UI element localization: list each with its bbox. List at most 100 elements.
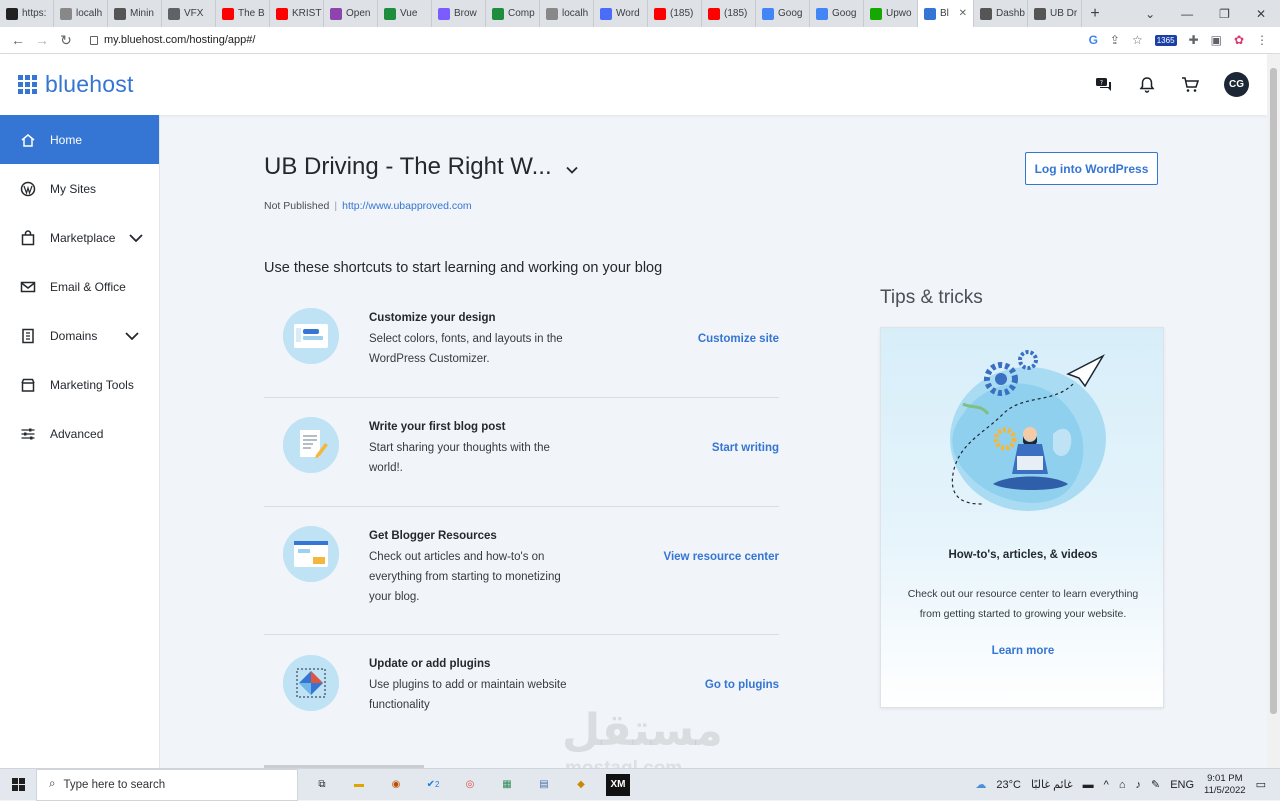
url-field[interactable]: my.bluehost.com/hosting/app#/ xyxy=(90,34,255,46)
weather-desc[interactable]: غائم غالبًا xyxy=(1031,778,1073,791)
share-icon[interactable]: ⇪ xyxy=(1110,33,1120,47)
browser-tab[interactable]: (185) xyxy=(702,0,756,27)
taskbar-search-box[interactable]: ⌕ Type here to search xyxy=(36,768,298,801)
taskbar-clock[interactable]: 9:01 PM 11/5/2022 xyxy=(1204,773,1246,797)
bookmark-star-icon[interactable]: ☆ xyxy=(1132,33,1143,47)
chevron-down-icon[interactable] xyxy=(125,329,139,343)
browser-menu-icon[interactable]: ⋮ xyxy=(1256,33,1268,47)
app-eye-icon[interactable]: ◉ xyxy=(384,774,408,796)
browser-tab[interactable]: The B xyxy=(216,0,270,27)
browser-tab[interactable]: Word xyxy=(594,0,648,27)
minimize-button[interactable]: — xyxy=(1181,7,1193,21)
close-window-button[interactable]: ✕ xyxy=(1256,7,1266,21)
reload-button[interactable]: ↻ xyxy=(54,32,78,49)
log-into-wordpress-button[interactable]: Log into WordPress xyxy=(1025,152,1158,185)
language-indicator[interactable]: ENG xyxy=(1170,779,1194,791)
file-explorer-icon[interactable]: ▬ xyxy=(347,774,371,796)
tab-label: Goog xyxy=(832,8,857,19)
tab-favicon-icon xyxy=(222,7,234,20)
tab-favicon-icon xyxy=(6,7,18,20)
browser-tab[interactable]: Upwo xyxy=(864,0,918,27)
app-package-icon[interactable]: ◆ xyxy=(569,774,593,796)
browser-tab[interactable]: KRIST xyxy=(270,0,324,27)
sidebar-item-marketplace[interactable]: Marketplace xyxy=(0,213,159,262)
tab-search-icon[interactable]: ⌄ xyxy=(1145,7,1155,21)
url-text[interactable]: my.bluehost.com/hosting/app#/ xyxy=(104,34,255,46)
notification-center-icon[interactable]: ▭ xyxy=(1256,778,1266,791)
watermark-logo: مستقل xyxy=(562,706,723,755)
browser-tab[interactable]: Open xyxy=(324,0,378,27)
weather-cloud-icon[interactable]: ☁ xyxy=(975,778,986,791)
start-button[interactable] xyxy=(0,778,36,791)
profile-icon[interactable]: ✿ xyxy=(1234,33,1244,47)
tray-apps-icon[interactable]: ▬ xyxy=(1083,779,1094,791)
chevron-down-icon[interactable] xyxy=(129,231,144,245)
browser-tab[interactable]: Brow xyxy=(432,0,486,27)
pen-icon[interactable]: ✎ xyxy=(1151,778,1160,791)
sidebar-item-domains[interactable]: Domains xyxy=(0,311,159,360)
browser-tab[interactable]: VFX xyxy=(162,0,216,27)
calculator-icon[interactable]: ▤ xyxy=(532,774,556,796)
site-status: Not Published xyxy=(264,200,330,212)
sidebar-item-marketing-tools[interactable]: Marketing Tools xyxy=(0,360,159,409)
volume-icon[interactable]: ♪ xyxy=(1135,779,1141,791)
search-icon: ⌕ xyxy=(49,778,56,790)
logo-text: bluehost xyxy=(45,71,134,97)
user-avatar[interactable]: CG xyxy=(1224,72,1249,97)
chrome-icon[interactable]: ◎ xyxy=(458,774,482,796)
xm-app-icon[interactable]: XM xyxy=(606,773,630,796)
back-button[interactable]: ← xyxy=(6,32,30,48)
sidebar-item-email-office[interactable]: Email & Office xyxy=(0,262,159,311)
tab-close-icon[interactable]: ✕ xyxy=(959,8,967,19)
browser-tab[interactable]: Vue xyxy=(378,0,432,27)
site-url-link[interactable]: http://www.ubapproved.com xyxy=(342,200,472,212)
notepad-icon[interactable]: ▦ xyxy=(495,774,519,796)
browser-tab[interactable]: localh xyxy=(540,0,594,27)
restore-button[interactable]: ❐ xyxy=(1219,7,1230,21)
browser-tab[interactable]: https: xyxy=(0,0,54,27)
shortcut-link[interactable]: Go to plugins xyxy=(705,679,779,691)
page-scrollbar[interactable] xyxy=(1267,54,1280,768)
cart-icon[interactable] xyxy=(1181,76,1199,94)
browser-tab[interactable]: (185) xyxy=(648,0,702,27)
browser-tab[interactable]: UB Dr xyxy=(1028,0,1082,27)
app-badge: 2 xyxy=(434,780,440,789)
notifications-bell-icon[interactable] xyxy=(1138,76,1156,94)
sidebar-item-advanced[interactable]: Advanced xyxy=(0,409,159,458)
tab-label: (185) xyxy=(670,8,694,19)
shortcut-link[interactable]: Customize site xyxy=(698,333,779,345)
tray-chevron-icon[interactable]: ^ xyxy=(1104,779,1109,791)
sidebar-item-my-sites[interactable]: My Sites xyxy=(0,164,159,213)
shortcut-link[interactable]: Start writing xyxy=(712,442,779,454)
forward-button[interactable]: → xyxy=(30,32,54,48)
site-title[interactable]: UB Driving - The Right W... xyxy=(264,153,552,181)
weather-temp[interactable]: 23°C xyxy=(996,779,1021,791)
scrollbar-thumb[interactable] xyxy=(1270,68,1277,714)
sidepanel-icon[interactable]: ▣ xyxy=(1211,33,1222,47)
tab-label: VFX xyxy=(184,8,204,19)
browser-tab[interactable]: Dashb xyxy=(974,0,1028,27)
extensions-puzzle-icon[interactable]: ✚ xyxy=(1189,33,1199,47)
browser-tab[interactable]: Goog xyxy=(810,0,864,27)
tab-favicon-icon xyxy=(708,7,720,20)
task-view-icon[interactable]: ⧉ xyxy=(310,774,334,796)
browser-tab[interactable]: Comp xyxy=(486,0,540,27)
extension-badge[interactable]: 1365 xyxy=(1154,34,1177,46)
site-selector[interactable]: UB Driving - The Right W... xyxy=(264,153,578,181)
bluehost-logo[interactable]: bluehost xyxy=(18,71,134,98)
browser-tab[interactable]: Bl ✕ xyxy=(918,0,974,27)
chat-support-icon[interactable]: ? xyxy=(1095,76,1113,94)
browser-tab[interactable]: Minin xyxy=(108,0,162,27)
shortcut-link[interactable]: View resource center xyxy=(664,551,780,563)
google-icon[interactable]: G xyxy=(1089,33,1098,47)
vscode-icon[interactable]: ✔ 2 xyxy=(421,774,445,796)
shortcut-item: Write your first blog post Start sharing … xyxy=(264,398,779,507)
sidebar-item-home[interactable]: Home xyxy=(0,115,159,164)
learn-more-link[interactable]: Learn more xyxy=(881,645,1165,657)
browser-tab[interactable]: Goog xyxy=(756,0,810,27)
new-tab-button[interactable]: + xyxy=(1082,0,1108,27)
browser-tab[interactable]: localh xyxy=(54,0,108,27)
network-icon[interactable]: ⌂ xyxy=(1119,779,1126,791)
chevron-down-icon[interactable] xyxy=(566,153,578,181)
customize-icon xyxy=(283,308,339,364)
